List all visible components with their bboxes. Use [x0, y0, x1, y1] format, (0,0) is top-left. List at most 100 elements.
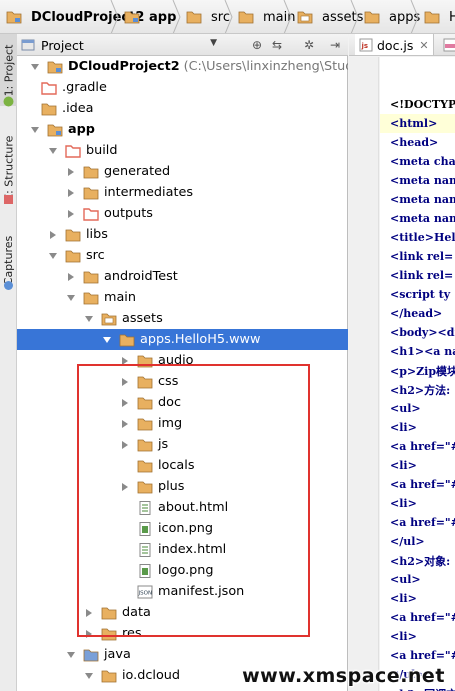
collapsed-arrow-icon[interactable]	[47, 229, 59, 241]
tree-node-label: .idea	[62, 101, 94, 116]
code-line: <p>Zip模块管	[380, 361, 455, 380]
folder-icon	[137, 417, 158, 431]
tree-node[interactable]: generated	[17, 161, 348, 182]
expanded-arrow-icon[interactable]	[47, 145, 59, 157]
scroll-from-source-icon[interactable]: ⊕	[249, 37, 265, 53]
collapsed-arrow-icon[interactable]	[83, 628, 95, 640]
tree-node-label: audio	[158, 353, 194, 368]
tree-node[interactable]: assets	[17, 308, 348, 329]
code-text: <li>	[390, 592, 417, 605]
tree-node[interactable]: img	[17, 413, 348, 434]
folder-icon	[83, 291, 104, 305]
code-line: <a href="#	[380, 437, 455, 456]
code-line: <h2>对象: <	[380, 551, 455, 570]
collapsed-arrow-icon[interactable]	[119, 397, 131, 409]
code-text: <a href="#	[390, 478, 455, 491]
tree-node[interactable]: icon.png	[17, 518, 348, 539]
breadcrumb-item-app[interactable]: app	[118, 0, 176, 33]
code-text: <meta name	[390, 174, 455, 187]
tree-node[interactable]: about.html	[17, 497, 348, 518]
tree-node[interactable]: libs	[17, 224, 348, 245]
expanded-arrow-icon[interactable]	[29, 61, 41, 73]
collapsed-arrow-icon[interactable]	[65, 208, 77, 220]
folder-icon	[119, 333, 140, 347]
folder-icon	[186, 11, 202, 24]
json-file-icon: JSON	[137, 585, 158, 599]
tree-node[interactable]: build	[17, 140, 348, 161]
tree-node-label: js	[158, 437, 169, 452]
tree-node-label: locals	[158, 458, 195, 473]
collapsed-arrow-icon[interactable]	[65, 187, 77, 199]
tree-node[interactable]: outputs	[17, 203, 348, 224]
close-icon[interactable]: ✕	[419, 39, 428, 52]
tree-node[interactable]: androidTest	[17, 266, 348, 287]
tree-node[interactable]: plus	[17, 476, 348, 497]
code-line: <body><div	[380, 323, 455, 342]
breadcrumb-separator-icon	[110, 0, 119, 33]
tree-node[interactable]: logo.png	[17, 560, 348, 581]
collapsed-arrow-icon[interactable]	[119, 376, 131, 388]
collapsed-arrow-icon[interactable]	[65, 166, 77, 178]
tree-node[interactable]: res	[17, 623, 348, 644]
collapsed-arrow-icon[interactable]	[119, 355, 131, 367]
tab-captures-label: Captures	[2, 235, 15, 285]
folder-icon	[137, 375, 158, 389]
expanded-arrow-icon[interactable]	[65, 649, 77, 661]
project-view-selector[interactable]: Project ▼	[21, 36, 217, 54]
tree-node[interactable]: DCloudProject2(C:\Users\linxinzheng\Stud…	[17, 56, 348, 77]
gear-icon[interactable]: ✲	[301, 37, 317, 53]
code-text: </ul>	[390, 535, 425, 548]
hide-panel-icon[interactable]: ⇥	[327, 37, 343, 53]
code-text: <script ty	[390, 288, 451, 301]
code-line: <li>	[380, 589, 455, 608]
collapsed-arrow-icon[interactable]	[119, 418, 131, 430]
tree-node-label: icon.png	[158, 521, 213, 536]
expanded-arrow-icon[interactable]	[83, 313, 95, 325]
tree-node[interactable]: app	[17, 119, 348, 140]
collapse-all-icon[interactable]: ⇆	[269, 37, 285, 53]
breadcrumb-separator-icon	[172, 0, 181, 33]
tree-node[interactable]: main	[17, 287, 348, 308]
tree-node[interactable]: intermediates	[17, 182, 348, 203]
tree-node[interactable]: data	[17, 602, 348, 623]
folder-icon	[137, 396, 158, 410]
tree-node[interactable]: css	[17, 371, 348, 392]
code-text: <ul>	[390, 402, 421, 415]
breadcrumb-item-src[interactable]: src	[180, 0, 230, 33]
tab-doc-js[interactable]: js doc.js ✕	[355, 34, 434, 55]
collapsed-arrow-icon[interactable]	[65, 271, 77, 283]
expanded-arrow-icon[interactable]	[29, 124, 41, 136]
code-editor[interactable]: <!DOCTYPE H <html> <head> <meta char <meta n…	[380, 57, 455, 691]
tree-node[interactable]: index.html	[17, 539, 348, 560]
html-file-icon	[137, 500, 158, 515]
expanded-arrow-icon[interactable]	[47, 250, 59, 262]
tree-node[interactable]: audio	[17, 350, 348, 371]
expanded-arrow-icon[interactable]	[65, 292, 77, 304]
tree-node[interactable]: locals	[17, 455, 348, 476]
code-line: <a href="#	[380, 475, 455, 494]
collapsed-arrow-icon[interactable]	[83, 607, 95, 619]
collapsed-arrow-icon[interactable]	[119, 439, 131, 451]
tree-node[interactable]: JSON manifest.json	[17, 581, 348, 602]
tree-node[interactable]: js	[17, 434, 348, 455]
image-file-icon	[137, 521, 158, 536]
code-text: <h2>对象: <	[390, 554, 455, 568]
expanded-arrow-icon[interactable]	[83, 670, 95, 682]
code-text: <h1><a nam	[390, 345, 455, 358]
tree-node[interactable]: .gradle	[17, 77, 348, 98]
code-text: </head>	[390, 307, 443, 320]
tree-node-label: intermediates	[104, 185, 194, 200]
code-line: <li>	[380, 627, 455, 646]
breadcrumb-item-hello[interactable]: He	[418, 0, 455, 33]
code-text: <link rel=	[390, 269, 454, 282]
code-line: <meta name	[380, 171, 455, 190]
tree-node[interactable]: .idea	[17, 98, 348, 119]
expanded-arrow-icon[interactable]	[101, 334, 113, 346]
tree-node[interactable]: apps.HelloH5.www	[17, 329, 348, 350]
tree-node[interactable]: src	[17, 245, 348, 266]
tree-node-label: data	[122, 605, 151, 620]
tab-css[interactable]	[439, 34, 455, 55]
code-line: <!DOCTYPE H	[380, 95, 455, 114]
collapsed-arrow-icon[interactable]	[119, 481, 131, 493]
tree-node[interactable]: doc	[17, 392, 348, 413]
